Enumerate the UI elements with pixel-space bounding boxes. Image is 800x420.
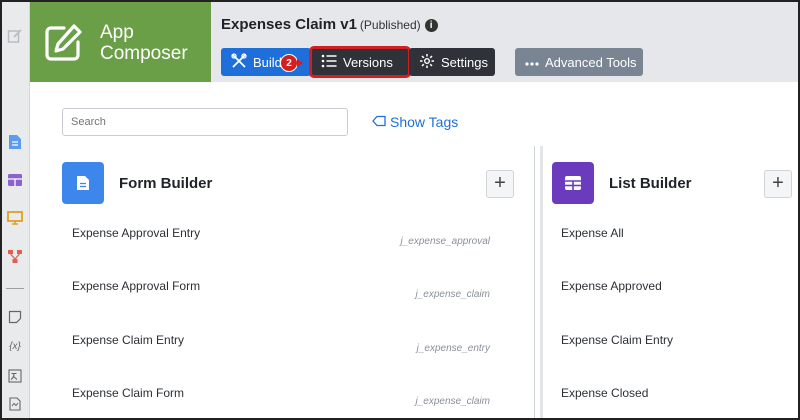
panel-divider (534, 146, 535, 418)
add-form-button[interactable]: + (486, 170, 514, 198)
form-list-item[interactable]: Expense Claim Entry j_expense_entry (72, 333, 492, 354)
form-code: j_expense_claim (415, 289, 491, 300)
flow-icon[interactable] (7, 248, 23, 264)
app-window: {x} App Composer Expenses Claim v1 (Publi… (0, 0, 800, 420)
tools-icon (231, 52, 253, 72)
form-list-item[interactable]: Expense Approval Entry j_expense_approva… (72, 226, 492, 247)
page-title: Expenses Claim v1 (Published) i (221, 16, 438, 33)
app-name: App Composer (100, 22, 188, 64)
table-icon[interactable] (7, 172, 23, 188)
form-builder-title: Form Builder (119, 175, 213, 192)
advanced-tools-label: Advanced Tools (545, 54, 637, 70)
document-icon[interactable] (7, 134, 23, 150)
left-rail: {x} (2, 2, 30, 418)
show-tags-label: Show Tags (390, 114, 459, 130)
form-name: Expense Claim Form (72, 386, 185, 400)
gear-icon (419, 53, 441, 72)
form-builder-icon (62, 162, 104, 204)
table-icon (565, 176, 581, 190)
variable-icon[interactable]: {x} (7, 338, 23, 354)
form-list-item[interactable]: Expense Approval Form j_expense_claim (72, 279, 492, 300)
header-bar: Expenses Claim v1 (Published) i Build Vers… (211, 2, 798, 82)
list-item[interactable]: Expense All (561, 226, 624, 240)
advanced-tools-button[interactable]: Advanced Tools (515, 48, 643, 76)
note-icon[interactable] (7, 309, 23, 325)
add-list-button[interactable]: + (764, 170, 792, 198)
form-code: j_expense_claim (415, 396, 491, 407)
list-item[interactable]: Expense Claim Entry (561, 333, 673, 347)
dots-icon (525, 55, 545, 70)
form-code: j_expense_approval (400, 236, 490, 247)
settings-label: Settings (441, 54, 488, 70)
list-item[interactable]: Expense Closed (561, 386, 648, 400)
form-name: Expense Approval Entry (72, 226, 201, 240)
app-logo[interactable]: App Composer (30, 2, 211, 82)
form-list-item[interactable]: Expense Claim Form j_expense_claim (72, 386, 492, 407)
translate-icon[interactable] (7, 368, 23, 384)
panel-scrollbar[interactable] (540, 146, 543, 418)
info-icon[interactable]: i (424, 19, 438, 32)
file-icon[interactable] (7, 396, 23, 412)
build-label: Build (253, 54, 282, 70)
edit-square-icon (42, 22, 84, 64)
list-icon (321, 54, 343, 71)
settings-button[interactable]: Settings (409, 48, 495, 76)
monitor-icon[interactable] (7, 210, 23, 226)
document-icon (77, 176, 89, 190)
list-item[interactable]: Expense Approved (561, 279, 662, 293)
edit-icon[interactable] (7, 28, 23, 44)
form-code: j_expense_entry (416, 343, 490, 354)
show-tags-link[interactable]: Show Tags (372, 114, 458, 130)
tag-icon (372, 114, 390, 130)
form-name: Expense Claim Entry (72, 333, 185, 347)
status-label: (Published) (359, 18, 421, 32)
search-input[interactable] (62, 108, 348, 136)
main-content: Show Tags Form Builder + Expense Approva… (30, 82, 798, 418)
list-builder-title: List Builder (609, 175, 692, 192)
step-badge: 2 (280, 54, 303, 72)
rail-divider (6, 288, 24, 289)
versions-button[interactable]: Versions (309, 46, 411, 78)
versions-label: Versions (343, 54, 393, 70)
form-name: Expense Approval Form (72, 279, 201, 293)
list-builder-icon (552, 162, 594, 204)
